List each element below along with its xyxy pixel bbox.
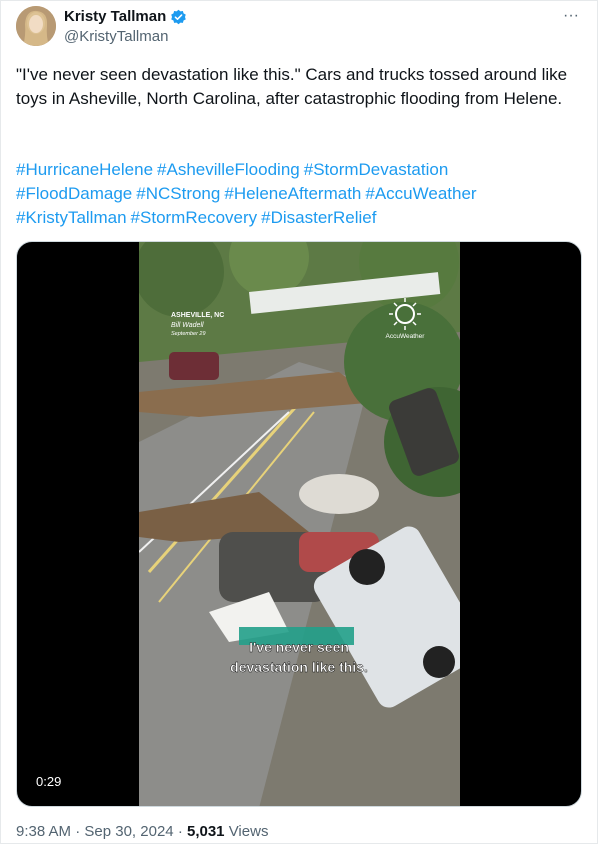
views-label: Views [228,823,269,840]
hashtag-link[interactable]: #KristyTallman [16,208,127,227]
location-label: ASHEVILLE, NC [171,312,224,319]
brand-label: AccuWeather [386,333,426,340]
hashtag-link[interactable]: #AccuWeather [365,184,476,203]
video-frame[interactable]: ASHEVILLE, NC Bill Wadell September 29 A… [139,242,460,807]
caption-line-2: devastation like this. [230,659,368,675]
separator-dot: · [75,823,81,840]
credit-date: September 29 [171,331,206,337]
separator-dot: · [177,823,183,840]
avatar[interactable] [16,6,56,46]
credit-name: Bill Wadell [171,322,204,329]
author-name-row: Kristy Tallman [64,8,187,26]
video-player[interactable]: ASHEVILLE, NC Bill Wadell September 29 A… [16,241,582,807]
hashtag-link[interactable]: #NCStrong [136,184,220,203]
verified-badge-icon [171,9,187,24]
hashtag-link[interactable]: #StormRecovery [131,208,258,227]
video-duration-badge: 0:29 [30,772,68,791]
author-display-name[interactable]: Kristy Tallman [64,8,166,26]
caption-line-1: I've never seen [249,639,349,655]
hashtag-link[interactable]: #AshevilleFlooding [157,160,300,179]
hashtag-list: #HurricaneHelene #AshevilleFlooding #Storm… [16,158,586,230]
tweet-text: "I've never seen devastation like this."… [16,65,568,108]
tweet-meta: 9:38 AM · Sep 30, 2024 · 5,031 Views [16,823,268,840]
author-handle[interactable]: @KristyTallman [64,28,168,45]
tweet-time[interactable]: 9:38 AM [16,823,71,840]
hashtag-link[interactable]: #HurricaneHelene [16,160,153,179]
hashtag-link[interactable]: #FloodDamage [16,184,132,203]
hashtag-link[interactable]: #HeleneAftermath [224,184,361,203]
views-count: 5,031 [186,823,225,840]
hashtag-link[interactable]: #DisasterRelief [261,208,376,227]
hashtag-link[interactable]: #StormDevastation [304,160,449,179]
tweet-date[interactable]: Sep 30, 2024 [84,823,173,840]
more-options-icon[interactable]: ··· [563,7,579,25]
tweet-card: Kristy Tallman @KristyTallman ··· "I've … [0,0,598,844]
